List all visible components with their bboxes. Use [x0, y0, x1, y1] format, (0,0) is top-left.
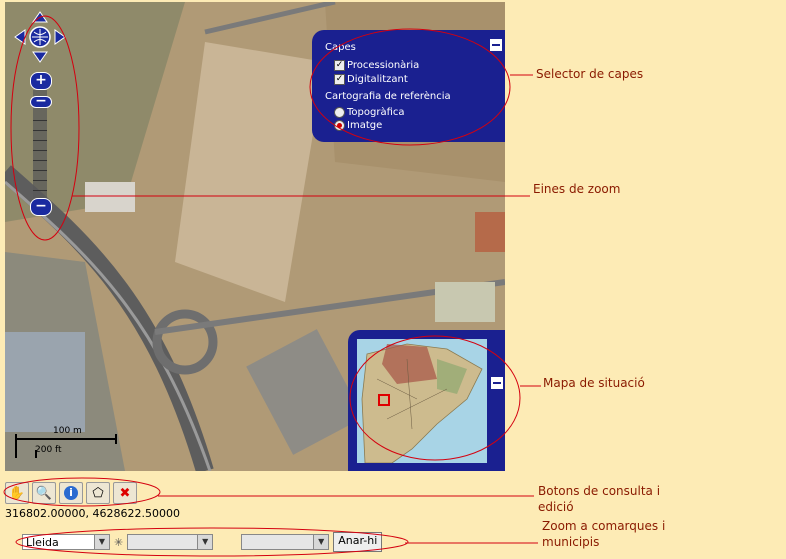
- reference-title: Cartografia de referència: [325, 91, 451, 102]
- pan-right-icon: [54, 29, 66, 45]
- zoom-slider-track[interactable]: −: [30, 90, 52, 202]
- reference-option-imatge[interactable]: Imatge: [334, 120, 382, 131]
- layer-label: Processionària: [347, 60, 420, 71]
- chevron-down-icon[interactable]: ▼: [197, 535, 213, 549]
- checkbox-checked-icon[interactable]: ✓: [334, 74, 345, 85]
- radio-selected-icon[interactable]: [334, 120, 345, 131]
- radio-icon[interactable]: [334, 107, 345, 118]
- minimize-overview-button[interactable]: [490, 376, 504, 390]
- scale-metric-label: 100 m: [53, 426, 82, 436]
- zoom-magnifier-icon[interactable]: 🔍: [32, 482, 56, 504]
- annotation-zoom-comarques: Zoom a comarques i municipis: [542, 519, 666, 549]
- layer-switcher: Capes ✓ Processionària ✓ Digitalitzant C…: [312, 30, 505, 142]
- zoom-comarques-form: Lleida ▼ ✳ ▼ ▼ Anar-hi: [22, 532, 383, 552]
- minimize-layers-button[interactable]: [489, 38, 503, 52]
- zoom-in-button[interactable]: +: [30, 72, 52, 90]
- layer-label: Digitalitzant: [347, 74, 408, 85]
- reference-label: Topogràfica: [347, 107, 405, 118]
- annotation-layers: Selector de capes: [536, 67, 644, 81]
- chevron-down-icon[interactable]: ▼: [94, 535, 109, 549]
- annotation-query: Botons de consulta i edició: [538, 484, 661, 514]
- pan-control[interactable]: [13, 10, 67, 64]
- scale-imperial-label: 200 ft: [35, 445, 62, 455]
- annotation-zoom: Eines de zoom: [533, 182, 621, 196]
- reference-option-topografica[interactable]: Topogràfica: [334, 107, 405, 118]
- delete-icon[interactable]: ✖: [113, 482, 137, 504]
- polygon-icon[interactable]: ⬠: [86, 482, 110, 504]
- chevron-down-icon[interactable]: ▼: [313, 535, 329, 549]
- query-toolbar: ✋ 🔍 i ⬠ ✖: [5, 482, 137, 504]
- reference-label: Imatge: [347, 120, 383, 131]
- municipi-select[interactable]: ▼: [127, 534, 214, 550]
- annotation-overview: Mapa de situació: [543, 376, 645, 390]
- pan-down-icon: [32, 51, 48, 63]
- layers-title: Capes: [325, 42, 356, 53]
- pan-up-icon: [32, 11, 48, 23]
- coordinates-readout: 316802.00000, 4628622.50000: [5, 507, 180, 520]
- pan-hand-icon[interactable]: ✋: [5, 482, 29, 504]
- pan-left-icon: [14, 29, 26, 45]
- scale-bar: 100 m 200 ft: [15, 426, 125, 460]
- layer-item-digitalitzant[interactable]: ✓ Digitalitzant: [334, 74, 408, 85]
- checkbox-checked-icon[interactable]: ✓: [334, 60, 345, 71]
- loading-spinner-icon: ✳: [114, 535, 124, 549]
- extra-select[interactable]: ▼: [241, 534, 330, 550]
- comarca-selected-value: Lleida: [26, 535, 59, 549]
- layer-item-processionaria[interactable]: ✓ Processionària: [334, 60, 419, 71]
- go-button[interactable]: Anar-hi: [333, 532, 383, 552]
- info-icon[interactable]: i: [59, 482, 83, 504]
- zoom-slider-handle[interactable]: −: [30, 94, 52, 108]
- zoom-bar[interactable]: + − −: [30, 72, 52, 216]
- overview-map: [348, 330, 505, 471]
- overview-map-image[interactable]: [357, 339, 487, 463]
- zoom-out-button[interactable]: −: [30, 198, 52, 216]
- comarca-select[interactable]: Lleida ▼: [22, 534, 110, 550]
